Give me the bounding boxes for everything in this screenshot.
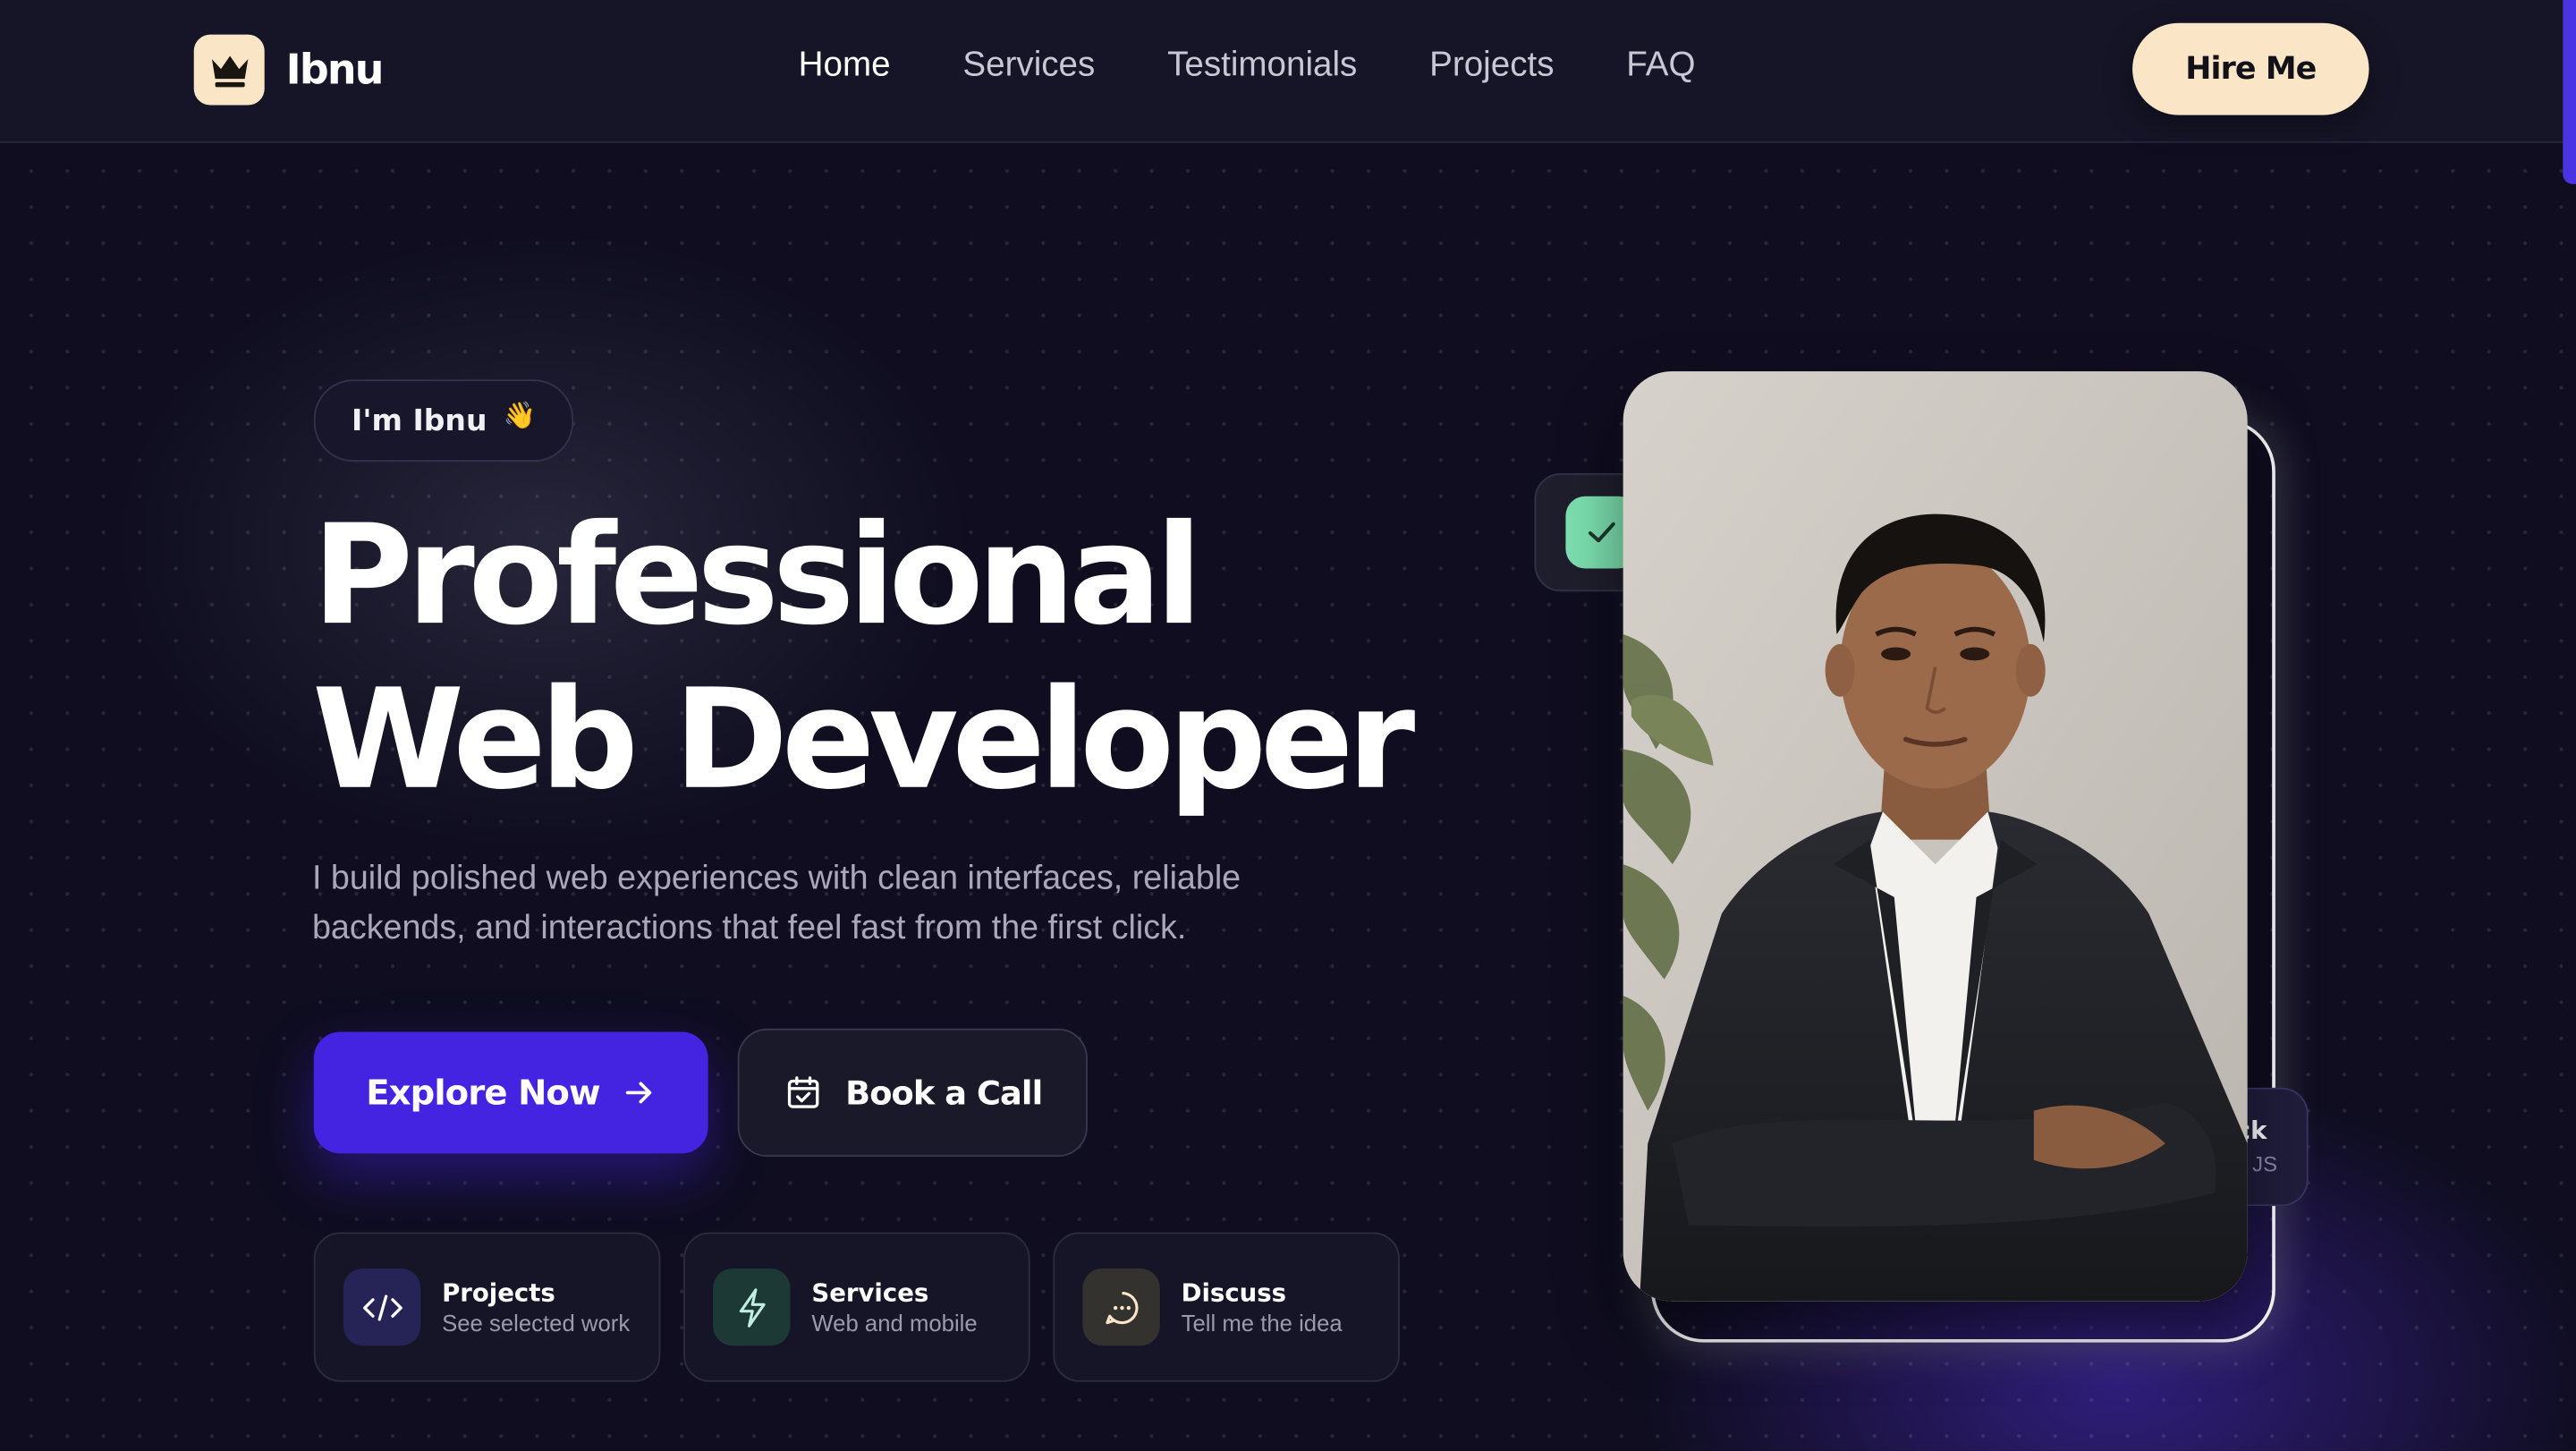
lightning-icon — [713, 1268, 791, 1346]
hero-description: I build polished web experiences with cl… — [311, 859, 1241, 946]
intro-pill-text: I'm Ibnu — [352, 403, 487, 438]
headline-line-1: Professional — [311, 494, 1203, 656]
top-navbar: Ibnu Home Services Testimonials Projects… — [0, 0, 2576, 143]
book-a-call-label: Book a Call — [845, 1073, 1043, 1113]
brand-logo[interactable]: Ibnu — [193, 34, 385, 106]
scrollbar-thumb[interactable] — [2563, 0, 2576, 184]
services-card[interactable]: Services Web and mobile — [683, 1232, 1030, 1382]
main-nav: Home Services Testimonials Projects FAQ — [799, 46, 1696, 85]
discuss-card-title: Discuss — [1181, 1277, 1287, 1309]
book-a-call-button[interactable]: Book a Call — [737, 1028, 1088, 1158]
services-card-title: Services — [811, 1277, 929, 1309]
crown-icon — [193, 34, 265, 106]
page: Ibnu Home Services Testimonials Projects… — [0, 0, 2576, 1451]
code-icon — [343, 1268, 421, 1346]
chat-icon — [1082, 1268, 1160, 1346]
discuss-card-subtitle: Tell me the idea — [1181, 1309, 1343, 1336]
nav-testimonials[interactable]: Testimonials — [1167, 46, 1357, 85]
nav-projects[interactable]: Projects — [1429, 46, 1554, 85]
nav-services[interactable]: Services — [962, 46, 1095, 85]
projects-card-subtitle: See selected work — [442, 1309, 631, 1336]
calendar-icon — [787, 1076, 818, 1108]
headline-line-2: Web Developer — [311, 658, 1415, 820]
nav-faq[interactable]: FAQ — [1626, 46, 1695, 85]
nav-home[interactable]: Home — [799, 46, 891, 85]
quick-links: Projects See selected work Services Web … — [313, 1232, 1400, 1382]
services-card-subtitle: Web and mobile — [811, 1309, 978, 1336]
discuss-card[interactable]: Discuss Tell me the idea — [1053, 1232, 1400, 1382]
projects-card-title: Projects — [442, 1277, 555, 1309]
arrow-right-icon — [626, 1082, 652, 1104]
projects-card[interactable]: Projects See selected work — [313, 1232, 661, 1382]
hero-headline: Professional Web Developer — [311, 493, 1415, 821]
brand-name: Ibnu — [285, 46, 385, 94]
explore-now-button[interactable]: Explore Now — [313, 1031, 708, 1154]
intro-pill: I'm Ibnu 👋 — [313, 379, 574, 462]
tech-stack-badge-subtitle: JS — [2252, 1151, 2278, 1177]
hire-me-button[interactable]: Hire Me — [2132, 22, 2369, 115]
explore-now-label: Explore Now — [366, 1073, 600, 1113]
waving-hand-icon: 👋 — [503, 398, 537, 430]
portrait-photo — [1623, 371, 2248, 1302]
